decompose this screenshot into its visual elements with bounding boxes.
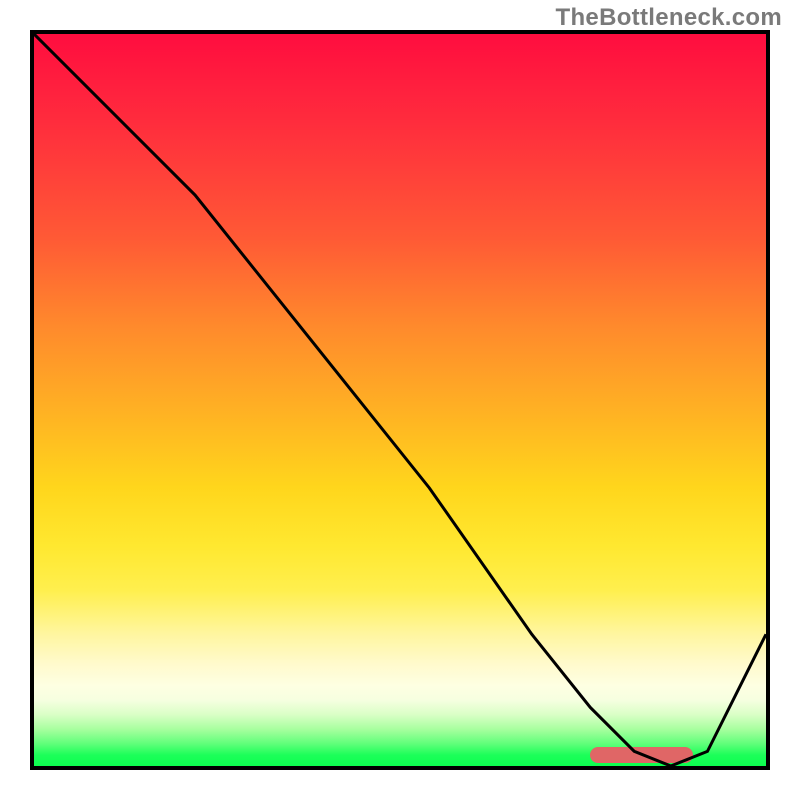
plot-area — [30, 30, 770, 770]
chart-root: TheBottleneck.com — [0, 0, 800, 800]
gradient-background — [34, 34, 766, 766]
watermark-text: TheBottleneck.com — [556, 4, 782, 32]
